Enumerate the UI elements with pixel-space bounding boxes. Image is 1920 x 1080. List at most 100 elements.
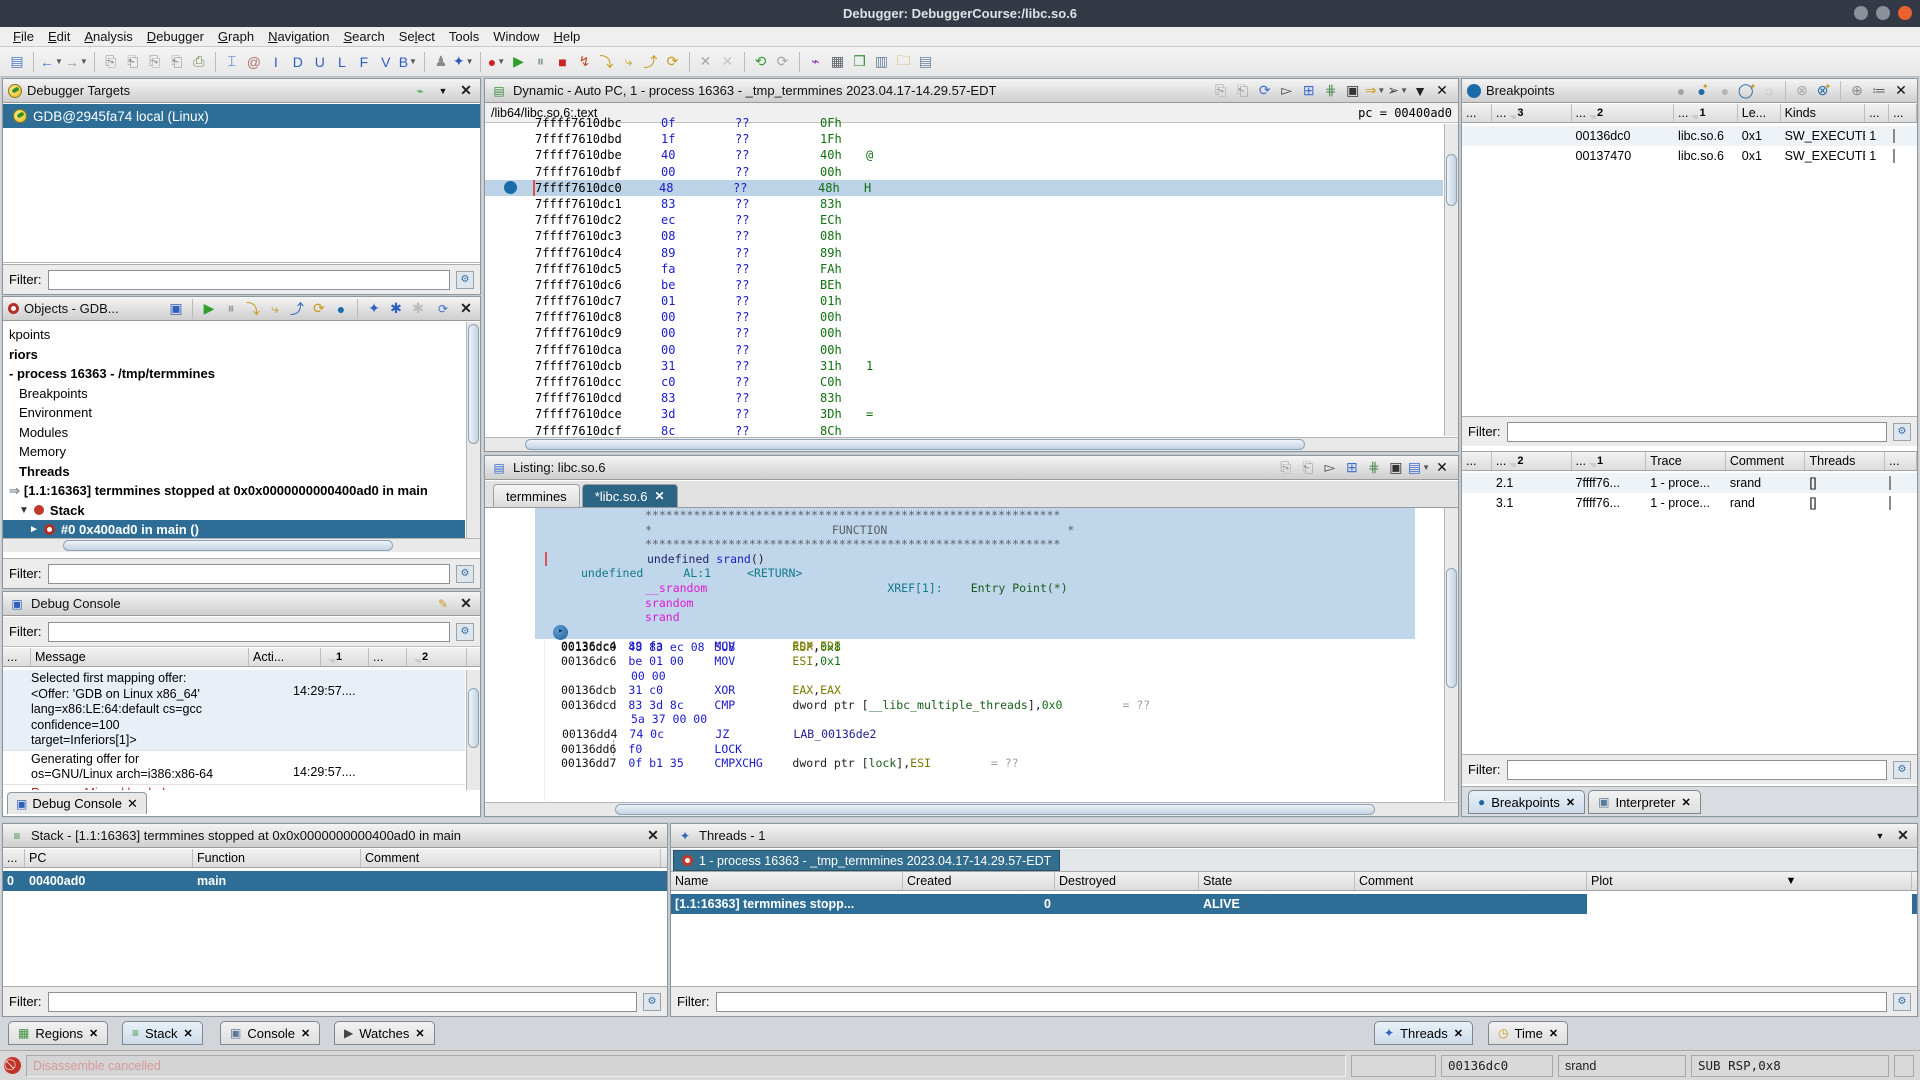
filter-options-icon[interactable]: ⚙	[1893, 993, 1911, 1011]
table-row[interactable]: 000400ad0main	[3, 871, 667, 891]
breakpoint-gutter[interactable]	[485, 196, 535, 212]
table-row[interactable]: 3.17ffff76...1 - proce...rand[]	[1462, 493, 1917, 513]
menu-down-icon[interactable]: ▼	[1410, 80, 1430, 102]
breakpoint-gutter[interactable]	[485, 406, 535, 422]
close-icon[interactable]: ✕	[1432, 80, 1452, 102]
column-header[interactable]: Kinds	[1781, 104, 1866, 122]
tab-time[interactable]: ◷Time✕	[1488, 1021, 1568, 1045]
tree-item[interactable]: - process 16363 - /tmp/termmines	[3, 364, 465, 384]
make-effective-icon[interactable]: ⊕	[1847, 80, 1867, 102]
breakpoints-filter-input[interactable]	[1507, 422, 1888, 442]
column-header[interactable]: ...	[3, 648, 31, 666]
locations-filter-input[interactable]	[1507, 760, 1888, 780]
toggle-icon[interactable]: ◌	[1759, 80, 1779, 102]
column-header[interactable]: Comment	[361, 849, 661, 867]
listing-horizontal-scrollbar[interactable]	[485, 802, 1458, 816]
step-into-icon[interactable]: ⤵	[597, 51, 617, 73]
stack-header[interactable]: ≡ Stack - [1.1:16363] termmines stopped …	[3, 824, 667, 848]
minimize-button[interactable]	[1854, 6, 1868, 20]
step-last-icon[interactable]: ⟳	[309, 298, 329, 320]
clear-code-icon[interactable]: @	[244, 51, 264, 73]
function-signature[interactable]: undefined srand()	[485, 552, 1443, 567]
capture-icon[interactable]: ▣	[1343, 80, 1363, 102]
chevron-down-icon[interactable]: ▼	[1871, 831, 1889, 841]
type-F-icon[interactable]: F	[354, 51, 374, 73]
instruction-line[interactable]: 00136dcd83 3d 8cCMPdword ptr [__libc_mul…	[485, 698, 1443, 713]
instruction-line[interactable]: 00136dc489 faMOVEDX,EDI	[485, 639, 1443, 654]
column-header[interactable]: 2	[407, 648, 467, 666]
column-header[interactable]: Le...	[1738, 104, 1781, 122]
dynamic-horizontal-scrollbar[interactable]	[485, 437, 1458, 451]
instruction-line[interactable]: 00136dc6be 01 00MOVESI,0x1	[485, 654, 1443, 669]
table-icon[interactable]: ⊞	[1342, 457, 1362, 479]
tree-item[interactable]: ⇒[1.1:16363] termmines stopped at 0x0x00…	[3, 481, 465, 501]
stop-icon[interactable]: ■	[553, 51, 573, 73]
hex-row[interactable]: 7ffff7610dce3d??3Dh=	[485, 406, 1443, 422]
close-tab-icon[interactable]: ✕	[184, 1027, 193, 1040]
column-header[interactable]: ...1	[1674, 104, 1738, 122]
close-tab-icon[interactable]: ✕	[1681, 796, 1690, 809]
filter-options-icon[interactable]: ⚙	[456, 623, 474, 641]
breakpoint-gutter[interactable]	[485, 342, 535, 358]
console-filter-input[interactable]	[48, 622, 451, 642]
debug-sync-icon[interactable]: ✦	[364, 298, 384, 320]
filter-options-icon[interactable]: ⚙	[643, 993, 661, 1011]
hex-row[interactable]: 7ffff7610dcb31??31h1	[485, 358, 1443, 374]
close-icon[interactable]: ✕	[457, 595, 475, 612]
hex-row[interactable]: 7ffff7610dc701??01h	[485, 293, 1443, 309]
column-header[interactable]: ...2	[1572, 104, 1675, 122]
breakpoint-gutter[interactable]	[485, 180, 535, 196]
column-header[interactable]: Acti...	[249, 648, 321, 666]
breakpoint-marker-icon[interactable]	[504, 181, 517, 194]
tab-termmines[interactable]: termmines	[493, 484, 580, 507]
table-row[interactable]: 00136dc0libc.so.60x1SW_EXECUTE1	[1462, 126, 1917, 146]
hex-row[interactable]: 7ffff7610dc489??89h	[485, 245, 1443, 261]
disable-icon[interactable]: ●	[1715, 80, 1735, 102]
checkbox[interactable]	[1889, 476, 1891, 490]
interrupt-icon[interactable]: ⏸	[221, 298, 241, 320]
paste-link-icon[interactable]: ⎗	[167, 51, 187, 73]
close-tab-icon[interactable]: ✕	[89, 1027, 98, 1040]
hex-row[interactable]: 7ffff7610dc2ec??ECh	[485, 212, 1443, 228]
bytes-icon[interactable]: ▤	[916, 51, 936, 73]
checkbox[interactable]	[1893, 129, 1895, 143]
tab-console[interactable]: ▣Console✕	[220, 1021, 320, 1045]
column-header[interactable]: PC	[25, 849, 193, 867]
capture-icon[interactable]: ▣	[1386, 457, 1406, 479]
tab-regions[interactable]: ▦Regions✕	[8, 1021, 108, 1045]
select-cursor-icon[interactable]: ▻	[1320, 457, 1340, 479]
breakpoint-pc-marker-icon[interactable]: ➤	[553, 625, 568, 640]
expander-icon[interactable]: ►	[29, 524, 39, 535]
filter-options-icon[interactable]: ⚙	[456, 565, 474, 583]
record-icon[interactable]: ●▼	[487, 51, 507, 73]
hex-row[interactable]: 7ffff7610dc308??08h	[485, 228, 1443, 244]
disassembly-listing[interactable]: ****************************************…	[485, 508, 1443, 801]
hex-row[interactable]: 7ffff7610dc183??83h	[485, 196, 1443, 212]
type-U-icon[interactable]: U	[310, 51, 330, 73]
hex-row[interactable]: 7ffff7610dbf00??00h	[485, 164, 1443, 180]
breakpoints-header[interactable]: Breakpoints ●●✦●◯✦◌⊗⊗✦⊕≔✕	[1462, 79, 1917, 103]
label-line[interactable]: srand	[485, 610, 1443, 625]
hex-row[interactable]: 7ffff7610dca00??00h	[485, 342, 1443, 358]
tree-item[interactable]: Breakpoints	[3, 384, 465, 404]
copy-icon[interactable]: ⎘	[1276, 457, 1296, 479]
type-D-icon[interactable]: D	[288, 51, 308, 73]
filter-options-icon[interactable]: ⚙	[1893, 761, 1911, 779]
menu-select[interactable]: Select	[392, 28, 442, 45]
menu-debugger[interactable]: Debugger	[140, 28, 211, 45]
copy-icon[interactable]: ⎘	[101, 51, 121, 73]
column-header[interactable]: ...	[369, 648, 407, 666]
column-header[interactable]: ...	[1865, 104, 1889, 122]
console-vertical-scrollbar[interactable]	[466, 670, 480, 790]
stack-filter-input[interactable]	[48, 992, 638, 1012]
function-prototype[interactable]: undefinedAL:1<RETURN>	[485, 566, 1443, 581]
menu-tools[interactable]: Tools	[442, 28, 486, 45]
tree-item[interactable]: ▼Stack	[3, 501, 465, 521]
save-icon[interactable]: ▤	[7, 51, 27, 73]
debug-off-icon[interactable]: ✱	[408, 298, 428, 320]
column-header[interactable]: ...	[1462, 452, 1492, 470]
breakpoint-gutter[interactable]	[485, 245, 535, 261]
select-cursor-icon[interactable]: ▻	[1277, 80, 1297, 102]
memory-table-icon[interactable]: ▥	[872, 51, 892, 73]
follow-icon[interactable]: ⇒▼	[1365, 80, 1386, 102]
